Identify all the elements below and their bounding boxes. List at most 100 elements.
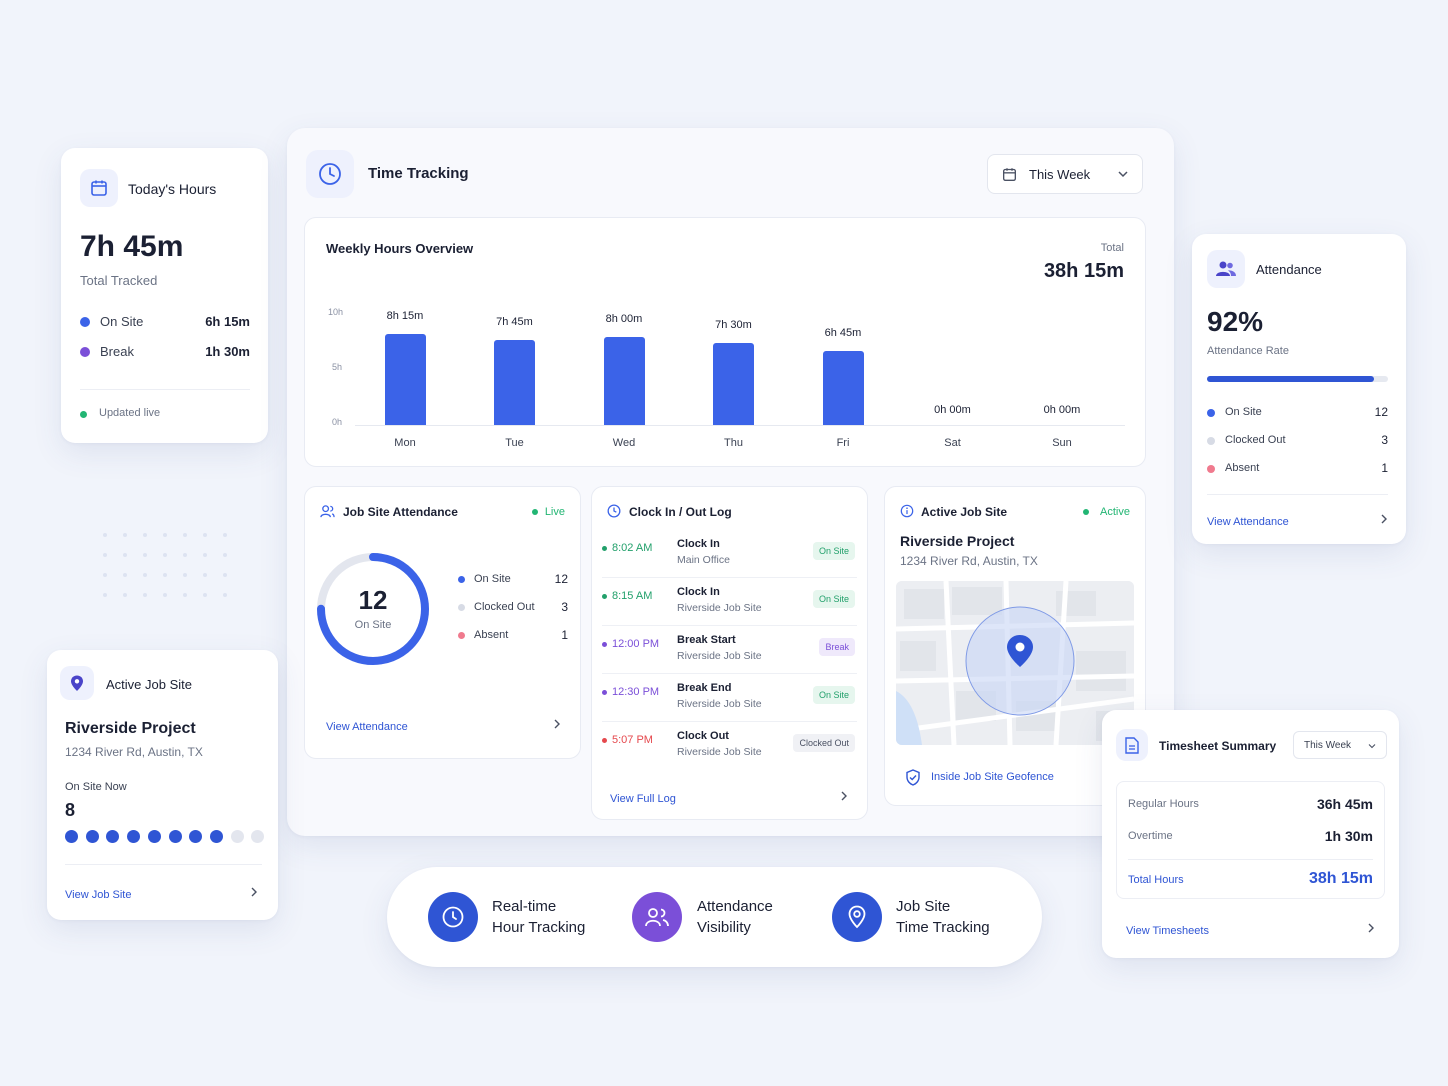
- worker-dot-empty: [251, 830, 265, 843]
- x-tick-label: Mon: [394, 437, 416, 449]
- log-dot: [602, 642, 607, 647]
- card-title: Job Site Attendance: [343, 505, 458, 519]
- range-select[interactable]: This Week: [987, 154, 1143, 194]
- range-select[interactable]: This Week: [1293, 731, 1387, 759]
- card-title: Today's Hours: [128, 181, 217, 197]
- log-place: Riverside Job Site: [677, 650, 762, 662]
- hours-row-break: Break 1h 30m: [80, 344, 250, 362]
- live-status: Live: [544, 506, 565, 518]
- attendance-rate: 92%: [1207, 306, 1264, 337]
- total-hours: 7h 45m: [80, 230, 184, 263]
- card-title: Timesheet Summary: [1159, 739, 1277, 753]
- worker-dot-filled: [168, 830, 182, 843]
- view-attendance-link[interactable]: View Attendance: [326, 717, 561, 735]
- legend-label: Absent: [474, 629, 509, 641]
- status-badge: Break: [819, 638, 855, 656]
- onsite-count: 12: [358, 585, 388, 615]
- row-label: Overtime: [1128, 830, 1173, 842]
- project-name: Riverside Project: [65, 720, 196, 737]
- status-badge: Clocked Out: [793, 734, 855, 752]
- calendar-icon: [1003, 168, 1016, 181]
- chevron-down-icon: [1368, 744, 1376, 749]
- worker-dot-empty: [230, 830, 244, 843]
- divider: [65, 864, 262, 865]
- legend-dot: [1207, 465, 1215, 473]
- feature-item: Attendance Visibility: [632, 892, 822, 942]
- worker-dot-filled: [106, 830, 120, 843]
- chevron-right-icon: [554, 719, 560, 729]
- users-icon: [320, 505, 335, 518]
- card-title: Active Job Site: [921, 505, 1008, 519]
- legend-label: On Site: [474, 573, 511, 585]
- project-address: 1234 River Rd, Austin, TX: [900, 554, 1038, 568]
- status-text: Updated live: [99, 407, 161, 419]
- view-timesheets-link[interactable]: View Timesheets: [1126, 921, 1375, 939]
- divider: [80, 389, 250, 390]
- feature-line-2: Time Tracking: [896, 919, 990, 936]
- log-time: 12:30 PM: [612, 686, 660, 698]
- status-badge: On Site: [812, 590, 855, 608]
- pin-icon-box: [60, 666, 94, 700]
- log-row: 8:15 AM Clock In Riverside Job Site On S…: [602, 578, 857, 626]
- live-dot: [80, 411, 87, 418]
- calendar-icon: [91, 180, 107, 196]
- view-job-site-link[interactable]: View Job Site: [65, 885, 258, 903]
- log-time: 8:02 AM: [612, 542, 653, 554]
- log-dot: [602, 690, 607, 695]
- chart-bar: [494, 339, 535, 425]
- on-site-now-label: On Site Now: [65, 781, 127, 793]
- log-row: 5:07 PM Clock Out Riverside Job Site Clo…: [602, 722, 857, 770]
- view-full-log-link[interactable]: View Full Log: [610, 789, 848, 807]
- card-title: Attendance: [1256, 262, 1322, 277]
- active-job-site-left-card: Active Job Site Riverside Project 1234 R…: [47, 650, 278, 920]
- feature-icon-circle: [428, 892, 478, 942]
- y-tick: 0h: [332, 417, 343, 427]
- feature-label: Attendance Visibility: [697, 896, 773, 938]
- legend-dot: [458, 632, 465, 639]
- map-view[interactable]: [896, 581, 1134, 745]
- legend-dot: [1207, 409, 1215, 417]
- feature-line-2: Visibility: [697, 919, 751, 936]
- bar-value-label: 8h 15m: [386, 310, 424, 323]
- clock-icon: [442, 906, 464, 928]
- link-text: View Job Site: [65, 889, 132, 901]
- chevron-right-icon: [841, 791, 847, 801]
- log-row: 12:30 PM Break End Riverside Job Site On…: [602, 674, 857, 722]
- calendar-icon-box: [80, 169, 118, 207]
- document-icon: [1125, 736, 1139, 754]
- bar-value-label: 0h 00m: [1043, 404, 1081, 416]
- row-value: 6h 15m: [205, 314, 250, 329]
- users-icon-box: [1207, 250, 1245, 288]
- timesheet-table: Regular Hours 36h 45m Overtime 1h 30m To…: [1116, 781, 1385, 899]
- project-name: Riverside Project: [900, 533, 1015, 549]
- row-value: 36h 45m: [1316, 796, 1373, 812]
- log-place: Main Office: [677, 554, 730, 566]
- log-action: Break End: [677, 682, 732, 694]
- project-address: 1234 River Rd, Austin, TX: [65, 745, 203, 759]
- legend-dot: [1207, 437, 1215, 445]
- hours-row-onsite: On Site 6h 15m: [80, 314, 250, 332]
- log-action: Clock In: [677, 538, 720, 550]
- log-dot: [602, 738, 607, 743]
- feature-label: Real-time Hour Tracking: [492, 896, 585, 938]
- active-status: Active: [1100, 506, 1130, 518]
- bar-chart: 10h 5h 0h 8h 15m Mon 7h 45m Tue 8h 00m Wed 7h …: [305, 218, 1147, 468]
- chart-bar: [384, 334, 426, 425]
- document-icon-box: [1116, 729, 1148, 761]
- chevron-right-icon: [251, 887, 257, 897]
- worker-dot-filled: [189, 830, 203, 843]
- worker-dot-filled: [85, 830, 99, 843]
- map-pin-icon: [71, 675, 83, 691]
- view-attendance-link[interactable]: View Attendance: [1207, 512, 1388, 530]
- divider: [1128, 859, 1373, 860]
- card-title: Active Job Site: [106, 677, 192, 692]
- status-badge: On Site: [812, 542, 855, 560]
- total-label: Total Tracked: [80, 273, 158, 288]
- y-tick: 10h: [328, 307, 344, 317]
- active-dot: [1083, 509, 1089, 515]
- worker-dot-filled: [127, 830, 141, 843]
- job-site-attendance-card: Job Site Attendance Live 12 On Site On S…: [304, 486, 581, 759]
- worker-dot-filled: [147, 830, 161, 843]
- row-value: 1h 30m: [205, 344, 250, 359]
- feature-bar: Real-time Hour Tracking Attendance Visib…: [387, 867, 1042, 967]
